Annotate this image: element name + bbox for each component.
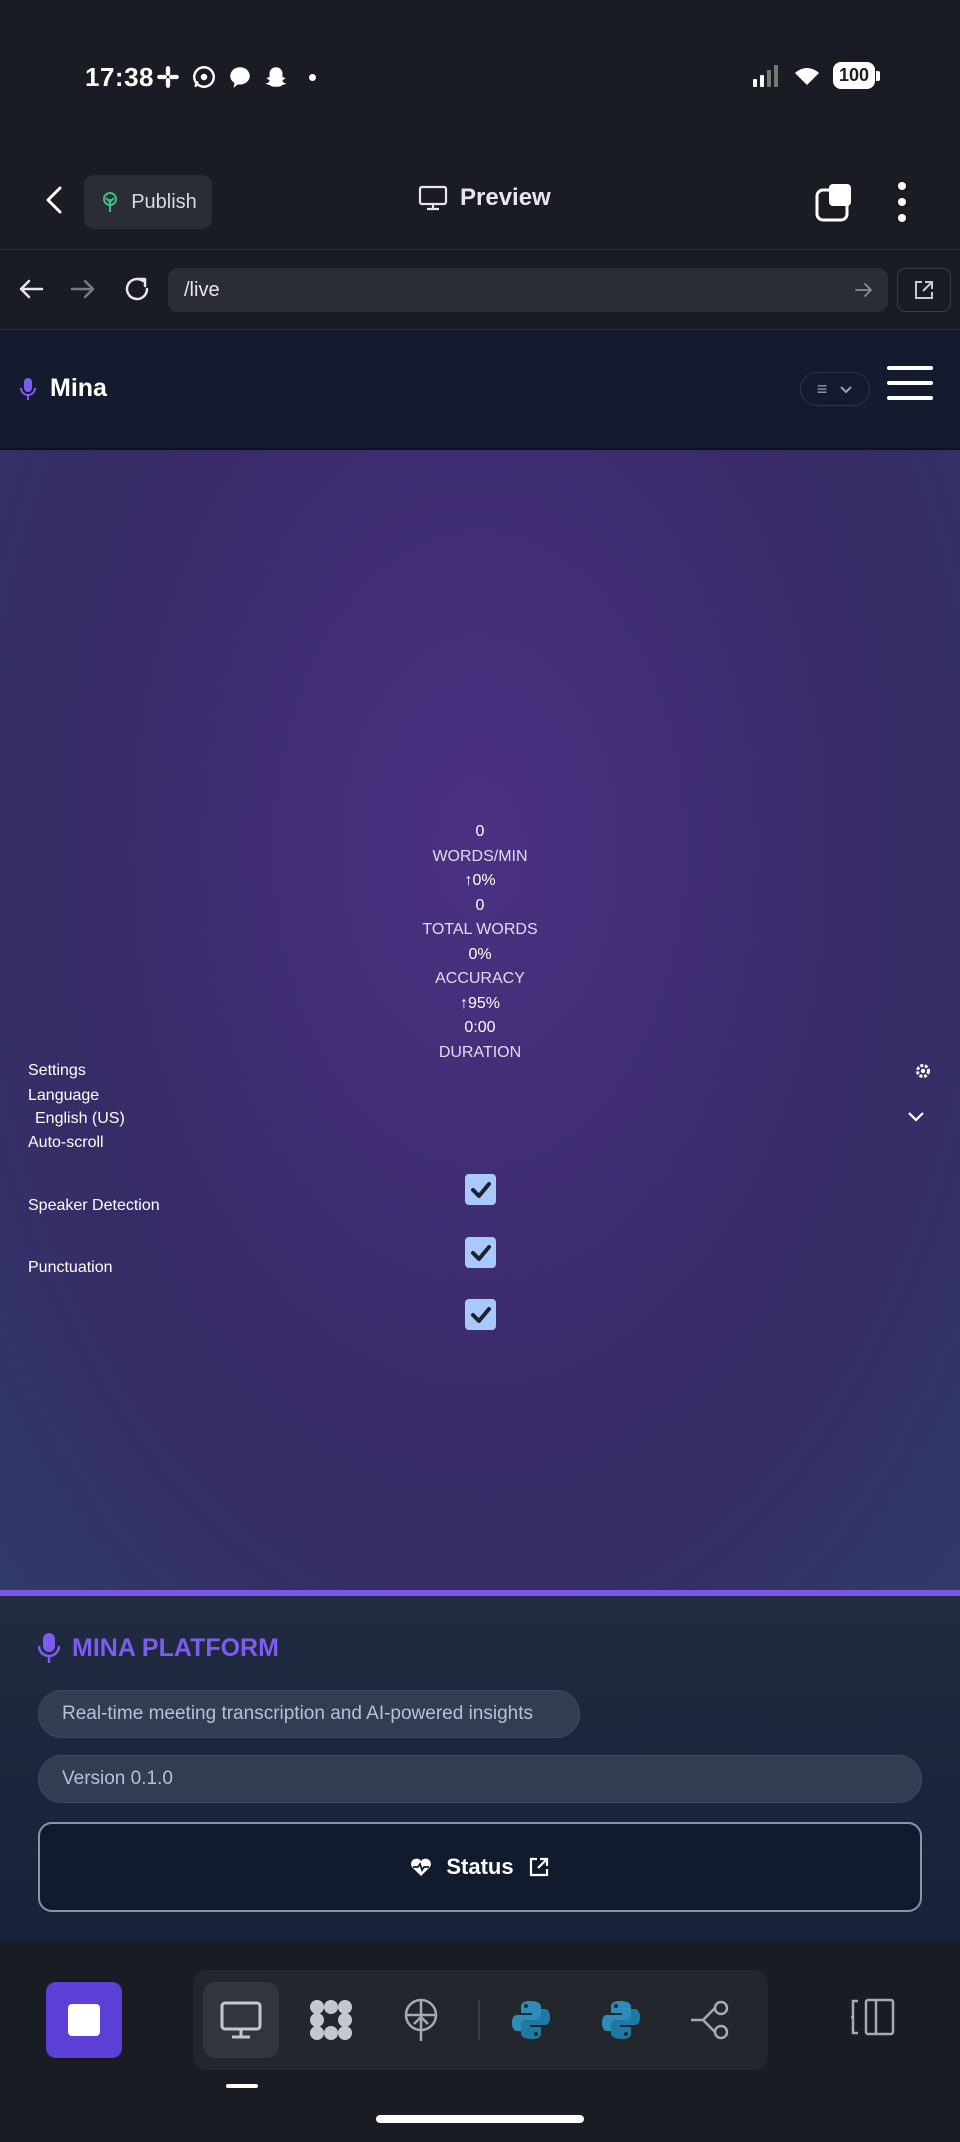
accuracy-value: ↑95% [459, 994, 501, 1012]
punctuation-checkbox[interactable] [465, 1299, 496, 1330]
open-external-button[interactable] [897, 268, 951, 312]
punctuation-label: Punctuation [28, 1259, 113, 1276]
chevron-down-icon [840, 385, 852, 393]
bottom-dock [0, 1942, 960, 2142]
top-app-bar: Publish Preview [0, 150, 960, 250]
checkmark-icon [470, 1244, 491, 1261]
microphone-icon [20, 377, 36, 400]
nav-back-icon[interactable] [14, 272, 48, 306]
wpm-change: ↑0% [464, 872, 496, 889]
preview-label: Preview [460, 184, 551, 211]
auto-scroll-checkbox[interactable] [465, 1174, 496, 1205]
auto-scroll-label: Auto-scroll [28, 1134, 104, 1151]
status-time: 17:38 [85, 62, 154, 92]
whatsapp-icon [193, 66, 215, 88]
checkmark-icon [470, 1306, 491, 1323]
arrow-up-icon: ↑ [459, 994, 468, 1012]
external-link-icon [529, 1857, 548, 1877]
wpm-value: 0 [475, 823, 485, 840]
home-indicator[interactable] [376, 2115, 584, 2123]
stop-button[interactable] [46, 1982, 122, 2058]
speaker-detection-checkbox[interactable] [465, 1237, 496, 1268]
footer-brand-name: MINA PLATFORM [72, 1633, 279, 1662]
total-words-label: TOTAL WORDS [422, 921, 538, 938]
dock-tools [193, 1970, 768, 2070]
monitor-icon [418, 185, 448, 211]
reload-icon[interactable] [120, 272, 154, 306]
publish-tree-icon [103, 192, 118, 212]
status-label: Status [446, 1854, 514, 1879]
dock-separator [478, 2000, 480, 2040]
version-pill: Version 0.1.0 [38, 1755, 922, 1803]
status-button[interactable]: Status [38, 1822, 922, 1912]
tabs-icon[interactable] [815, 182, 855, 222]
duration-label: DURATION [438, 1043, 522, 1061]
status-bar: 17:38 100 [0, 0, 960, 150]
tagline-pill: Real-time meeting transcription and AI-p… [38, 1690, 580, 1738]
language-select[interactable]: English (US) [35, 1110, 125, 1128]
view-select-glyph: ≡ [816, 378, 828, 399]
nav-forward-icon[interactable] [66, 272, 100, 306]
speaker-detection-label: Speaker Detection [28, 1197, 160, 1214]
go-arrow-icon[interactable] [854, 280, 874, 300]
slack-icon [157, 66, 179, 88]
url-input[interactable]: /live [168, 268, 888, 312]
total-words-change: 0% [468, 945, 492, 963]
stop-icon [68, 2004, 100, 2036]
app-header: Mina ≡ [0, 330, 960, 450]
back-icon[interactable] [40, 185, 70, 215]
side-panel-icon[interactable] [850, 1997, 896, 2037]
agents-icon[interactable] [293, 1982, 369, 2058]
desktop-icon[interactable] [203, 1982, 279, 2058]
total-words-value: 0 [475, 896, 485, 914]
git-icon[interactable] [673, 1982, 749, 2058]
browser-url-bar: /live [0, 250, 960, 330]
publish-label: Publish [131, 190, 197, 213]
stats-panel: 0 WORDS/MIN ↑0% 0 TOTAL WORDS 0% ACCURAC… [0, 820, 960, 1065]
app-footer: MINA PLATFORM Real-time meeting transcri… [0, 1596, 960, 1942]
python-icon[interactable] [583, 1982, 659, 2058]
url-text: /live [184, 279, 220, 301]
footer-brand: MINA PLATFORM [38, 1632, 279, 1664]
more-options-icon[interactable] [896, 182, 908, 222]
microphone-icon [38, 1633, 60, 1663]
wpm-label: WORDS/MIN [432, 847, 528, 865]
checkmark-icon [470, 1181, 491, 1198]
settings-title: Settings [28, 1062, 86, 1079]
external-link-icon [915, 281, 933, 299]
notification-icons [155, 64, 316, 90]
python-icon[interactable] [493, 1982, 569, 2058]
hamburger-menu-icon[interactable] [887, 366, 933, 400]
accuracy-label: ACCURACY [435, 970, 525, 987]
gear-icon[interactable] [914, 1062, 932, 1080]
publish-button[interactable]: Publish [84, 175, 212, 229]
view-select[interactable]: ≡ [800, 372, 870, 406]
chevron-down-icon[interactable] [906, 1110, 926, 1124]
active-tab-indicator [226, 2084, 258, 2088]
duration-value: 0:00 [464, 1019, 496, 1036]
status-indicators: 100 [752, 62, 881, 89]
signal-icon [752, 64, 778, 87]
language-label: Language [28, 1087, 100, 1104]
brand[interactable]: Mina [20, 374, 107, 403]
brand-name: Mina [50, 374, 107, 402]
snapchat-icon [265, 67, 287, 87]
deploy-icon[interactable] [383, 1982, 459, 2058]
wifi-icon [794, 67, 819, 85]
more-notifications-dot [309, 73, 316, 81]
heartbeat-icon [411, 1858, 432, 1876]
battery-indicator: 100 [832, 62, 881, 89]
messenger-icon [230, 67, 250, 88]
live-main-area: 0 WORDS/MIN ↑0% 0 TOTAL WORDS 0% ACCURAC… [0, 450, 960, 1590]
preview-title[interactable]: Preview [418, 184, 551, 212]
